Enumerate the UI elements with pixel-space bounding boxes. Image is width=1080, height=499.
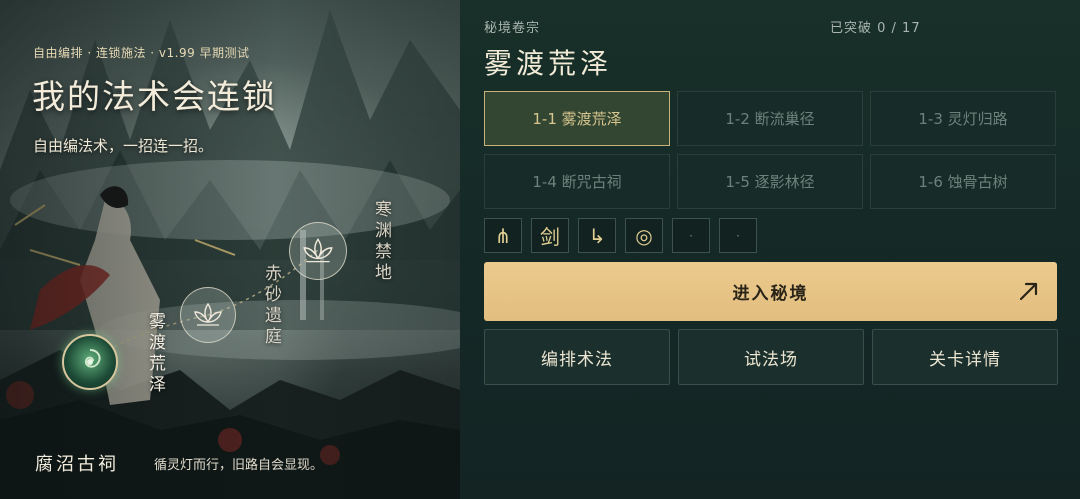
ring-icon[interactable]: ◎ — [625, 218, 663, 253]
stage-button-1-4[interactable]: 1-4 断咒古祠 — [484, 154, 670, 209]
lotus-icon — [303, 238, 333, 263]
swirl-spell-icon — [84, 349, 101, 368]
enter-realm-label: 进入秘境 — [732, 284, 809, 304]
game-subtitle: 自由编法术，一招连一招。 — [33, 137, 214, 155]
section-label: 秘境卷宗 — [484, 21, 541, 36]
stage-grid: 1-1 雾渡荒泽 1-2 断流巢径 1-3 灵灯归路 1-4 断咒古祠 1-5 … — [484, 91, 1057, 209]
empty-slot-icon[interactable]: · — [719, 218, 757, 253]
arrange-spells-button[interactable]: 编排术法 — [484, 329, 670, 385]
arrow-up-right-icon — [1019, 282, 1038, 301]
spell-slot-bar: ⋔ 剑 ↳ ◎ · · — [484, 218, 757, 253]
stage-button-1-6[interactable]: 1-6 蚀骨古树 — [870, 154, 1056, 209]
map-node-hanyuan-jindi[interactable] — [289, 222, 347, 280]
trident-icon[interactable]: ⋔ — [484, 218, 522, 253]
map-node-label-hanyuan: 寒渊禁地 — [371, 200, 391, 284]
sword-icon[interactable]: 剑 — [531, 218, 569, 253]
progress-counter: 已突破 0 / 17 — [830, 21, 921, 36]
map-node-label-chisha: 赤砂遗庭 — [261, 264, 281, 348]
action-buttons: 编排术法 试法场 关卡详情 — [484, 329, 1058, 385]
stage-details-button[interactable]: 关卡详情 — [872, 329, 1058, 385]
training-ground-button[interactable]: 试法场 — [678, 329, 864, 385]
map-node-label-wudu: 雾渡荒泽 — [145, 312, 165, 396]
enter-realm-button[interactable]: 进入秘境 — [484, 262, 1057, 321]
stage-button-1-5[interactable]: 1-5 逐影林径 — [677, 154, 863, 209]
stage-button-1-3[interactable]: 1-3 灵灯归路 — [870, 91, 1056, 146]
map-node-chisha-yiting[interactable] — [180, 287, 236, 343]
stage-button-1-1[interactable]: 1-1 雾渡荒泽 — [484, 91, 670, 146]
location-description: 循灵灯而行，旧路自会显现。 — [154, 458, 324, 473]
lotus-icon — [194, 302, 222, 326]
realm-detail-panel: 秘境卷宗 已突破 0 / 17 雾渡荒泽 1-1 雾渡荒泽 1-2 断流巢径 1… — [460, 0, 1080, 499]
game-title: 我的法术会连锁 — [32, 77, 277, 116]
map-node-wudu-huangze[interactable] — [62, 334, 118, 390]
game-tagline: 自由编排 · 连锁施法 · v1.99 早期测试 — [33, 46, 250, 60]
redirect-arrow-icon[interactable]: ↳ — [578, 218, 616, 253]
location-name: 腐沼古祠 — [35, 454, 119, 475]
realm-title: 雾渡荒泽 — [484, 47, 613, 80]
stage-button-1-2[interactable]: 1-2 断流巢径 — [677, 91, 863, 146]
empty-slot-icon[interactable]: · — [672, 218, 710, 253]
map-art-panel: 自由编排 · 连锁施法 · v1.99 早期测试 我的法术会连锁 自由编法术，一… — [0, 0, 460, 499]
